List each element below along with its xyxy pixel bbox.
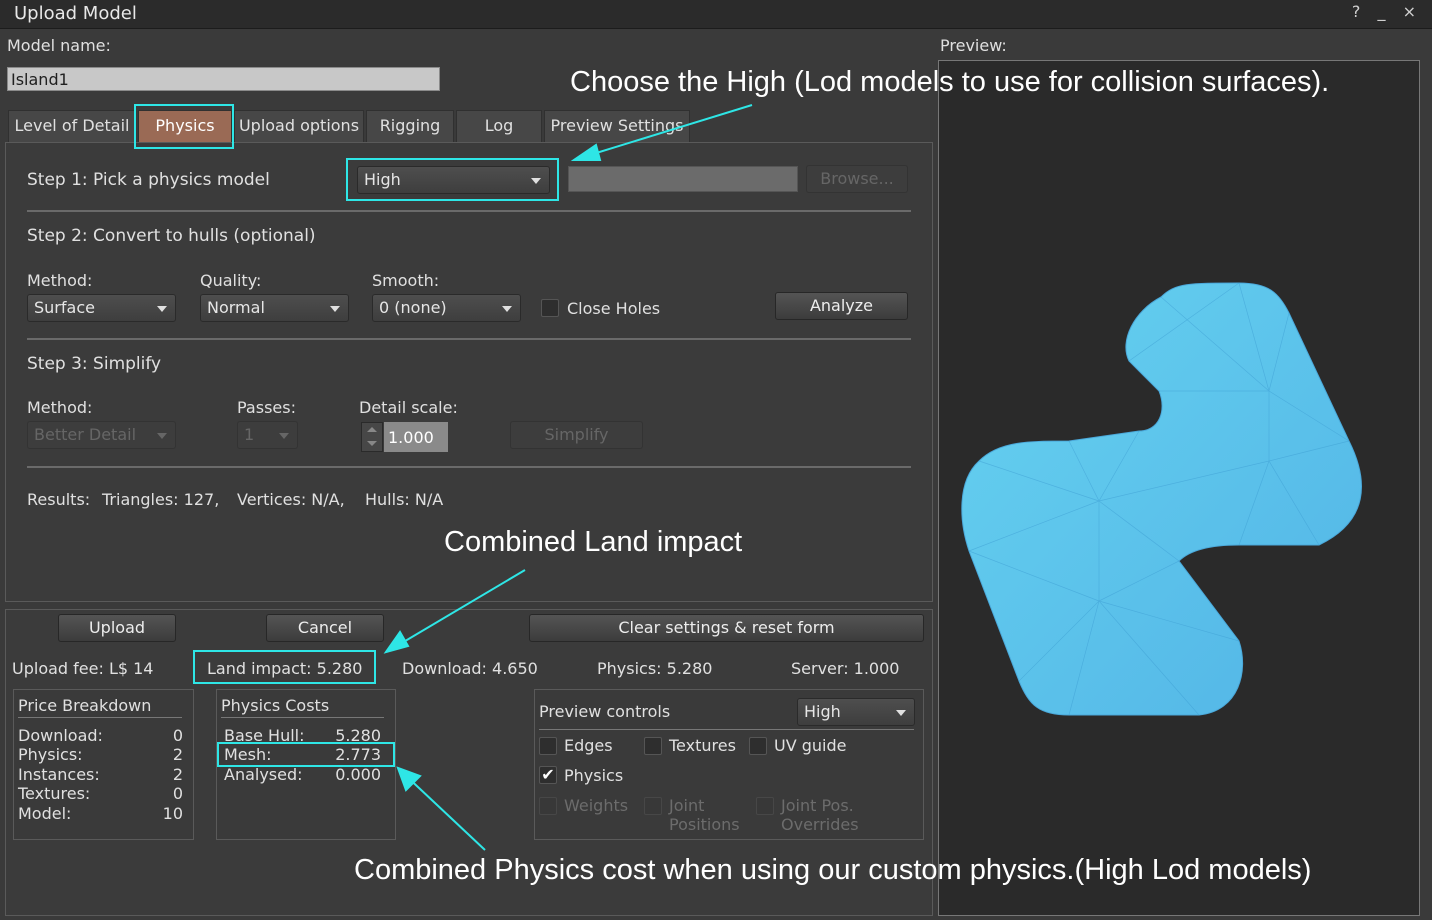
annotation-choose-high: Choose the High (Lod models to use for c… [570, 66, 1330, 98]
annotation-combined-physics: Combined Physics cost when using our cus… [354, 854, 1312, 886]
annotation-arrows [383, 104, 753, 851]
annotation-combined-land: Combined Land impact [444, 526, 743, 558]
